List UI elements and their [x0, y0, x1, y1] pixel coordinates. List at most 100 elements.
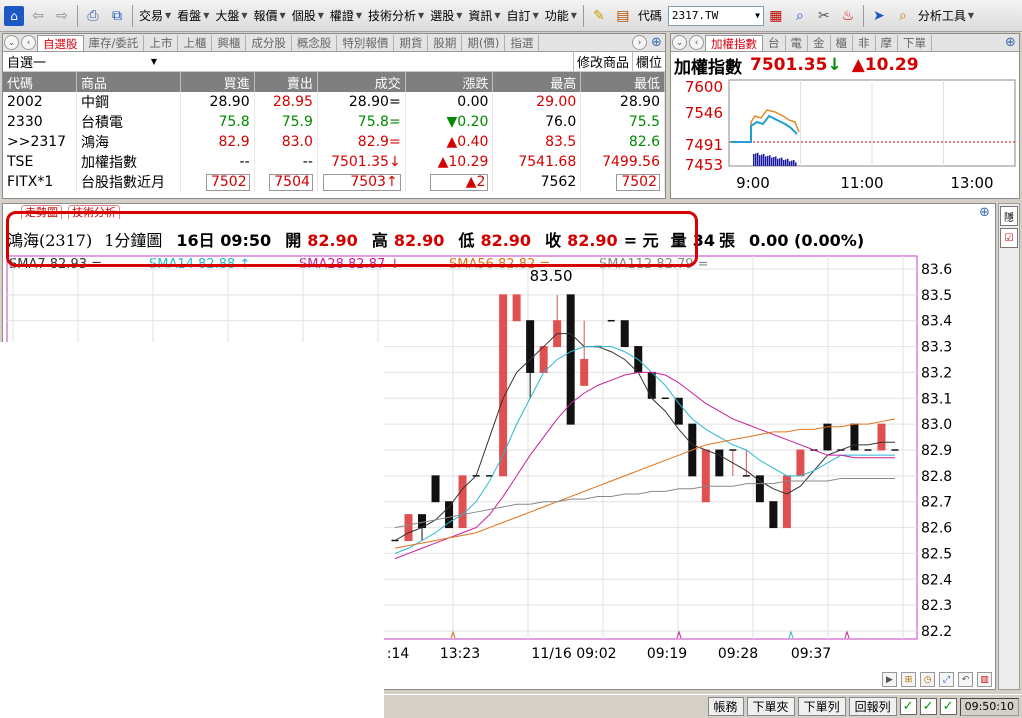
table-row[interactable]: FITX*1 台股指數近月 7502 7504 7503↑ ▲2 7562 7502: [3, 172, 665, 192]
menu-item[interactable]: 功能 ▼: [542, 7, 580, 24]
y-tick-label: 83.5: [921, 288, 952, 304]
check-icon[interactable]: ✓: [919, 698, 937, 715]
popout-icon[interactable]: ⧉: [107, 6, 127, 26]
modify-button[interactable]: 修改商品: [572, 52, 632, 71]
quote-tab[interactable]: 股期: [428, 34, 463, 51]
chart-settings-icon[interactable]: ▥: [977, 672, 992, 687]
check-icon[interactable]: ✓: [899, 698, 917, 715]
chevron-down-icon[interactable]: ⌄: [672, 35, 687, 50]
menu-item[interactable]: 看盤 ▼: [174, 7, 212, 24]
zoom-icon[interactable]: ⊕: [649, 35, 664, 50]
quote-tab[interactable]: 期貨: [394, 34, 429, 51]
quote-tab[interactable]: 特別報價: [337, 34, 395, 51]
quote-tab[interactable]: 期(價): [462, 34, 506, 51]
table-row[interactable]: 2002 中鋼 28.90 28.95 28.90= 0.00 29.00 28.90: [3, 92, 665, 112]
column-header[interactable]: 商品: [76, 72, 182, 92]
quote-tab[interactable]: 概念股: [292, 34, 338, 51]
column-button[interactable]: 欄位: [631, 52, 665, 71]
index-tab[interactable]: 金: [808, 34, 831, 51]
fit-icon[interactable]: ⤢: [939, 672, 954, 687]
column-header[interactable]: 賣出: [254, 72, 318, 92]
index-tab[interactable]: 加權指數: [705, 34, 763, 51]
chevron-down-icon[interactable]: ⌄: [4, 35, 19, 50]
quote-icon[interactable]: ▦: [766, 6, 786, 26]
hide-button[interactable]: 隱: [1000, 206, 1018, 226]
analysis-search-icon[interactable]: ⌕: [893, 6, 913, 26]
note-icon[interactable]: ▤: [613, 6, 633, 26]
column-header[interactable]: 代碼: [3, 72, 77, 92]
menu-item[interactable]: 技術分析 ▼: [365, 7, 427, 24]
index-tab[interactable]: 電: [786, 34, 808, 51]
chevron-right-icon[interactable]: ›: [632, 35, 647, 50]
quote-tab[interactable]: 成分股: [246, 34, 292, 51]
menu-item[interactable]: 個股 ▼: [289, 7, 327, 24]
zoom-icon[interactable]: ⊕: [1003, 35, 1018, 50]
chevron-down-icon[interactable]: ▼: [755, 11, 760, 20]
group-select[interactable]: 自選一 ▼: [7, 52, 157, 71]
analysis-tools-menu[interactable]: 分析工具 ▼: [915, 7, 977, 24]
mini-x-label: 9:00: [736, 174, 770, 192]
print-icon[interactable]: ⎙: [83, 6, 103, 26]
column-header[interactable]: 最低: [580, 72, 665, 92]
chevron-left-icon[interactable]: ‹: [21, 35, 36, 50]
menu-item[interactable]: 大盤 ▼: [212, 7, 250, 24]
menu-item[interactable]: 交易 ▼: [136, 7, 174, 24]
quote-tab[interactable]: 自選股: [37, 34, 84, 51]
back-icon[interactable]: ⇦: [28, 6, 48, 26]
index-tab[interactable]: 摩: [876, 34, 898, 51]
y-tick-label: 82.9: [921, 443, 952, 459]
index-value: 7501.35↓: [750, 55, 842, 75]
pencil-icon[interactable]: ✎: [589, 6, 609, 26]
menu-item[interactable]: 報價 ▼: [251, 7, 289, 24]
chevron-down-icon: ▼: [150, 57, 157, 66]
alert-icon[interactable]: ♨: [838, 6, 858, 26]
scroll-right-icon[interactable]: ▶: [882, 672, 897, 687]
undo-icon[interactable]: ↶: [958, 672, 973, 687]
mini-volume-bar: [793, 160, 795, 166]
home-icon[interactable]: ⌂: [4, 5, 24, 26]
menu-item[interactable]: 選股 ▼: [427, 7, 465, 24]
tech-tab[interactable]: 走勢圖: [21, 205, 62, 219]
status-button[interactable]: 帳務: [707, 697, 744, 716]
status-button[interactable]: 回報列: [848, 697, 897, 716]
search-icon[interactable]: ⌕: [790, 6, 810, 26]
quote-tab[interactable]: 興櫃: [212, 34, 247, 51]
cursor-icon[interactable]: ➤: [869, 6, 889, 26]
tools-icon[interactable]: ✂: [814, 6, 834, 26]
mini-volume-bar: [759, 155, 761, 166]
tech-tab[interactable]: 技術分析: [68, 205, 120, 219]
zoom-icon[interactable]: ⊕: [977, 205, 992, 220]
column-header[interactable]: 漲跌: [405, 72, 494, 92]
quote-tab[interactable]: 指選: [505, 34, 540, 51]
zoom-in-icon[interactable]: ⊞: [901, 672, 916, 687]
index-tab[interactable]: 非: [853, 34, 876, 51]
index-tab[interactable]: 櫃: [831, 34, 853, 51]
quote-tab[interactable]: 上櫃: [178, 34, 213, 51]
forward-icon[interactable]: ⇨: [52, 6, 72, 26]
column-header[interactable]: 成交: [317, 72, 406, 92]
chevron-left-icon[interactable]: ‹: [689, 35, 704, 50]
code-input[interactable]: 2317.TW ▼: [667, 5, 764, 26]
index-tab[interactable]: 台: [763, 34, 786, 51]
menu-item[interactable]: 資訊 ▼: [465, 7, 503, 24]
table-body: 2002 中鋼 28.90 28.95 28.90= 0.00 29.00 28.90 2330…: [3, 92, 665, 192]
status-button[interactable]: 下單夾: [746, 697, 795, 716]
column-header[interactable]: 買進: [180, 72, 255, 92]
mini-x-label: 11:00: [840, 174, 883, 192]
mini-volume-bar: [755, 153, 757, 166]
check-icon[interactable]: ☑: [1000, 228, 1018, 248]
table-cell-ask: 75.9: [254, 112, 318, 132]
menu-item[interactable]: 自訂 ▼: [504, 7, 542, 24]
check-icon[interactable]: ✓: [939, 698, 957, 715]
quote-tab[interactable]: 庫存/委託: [84, 34, 145, 51]
y-tick-label: 83.1: [921, 391, 952, 407]
column-header[interactable]: 最高: [492, 72, 582, 92]
quote-tab[interactable]: 上市: [144, 34, 179, 51]
status-button[interactable]: 下單列: [797, 697, 846, 716]
menu-item[interactable]: 權證 ▼: [327, 7, 365, 24]
table-row[interactable]: 2330 台積電 75.8 75.9 75.8= ▼0.20 76.0 75.5: [3, 112, 665, 132]
table-row[interactable]: >>2317 鴻海 82.9 83.0 82.9= ▲0.40 83.5 82.6: [3, 132, 665, 152]
table-row[interactable]: TSE 加權指數 -- -- 7501.35↓ ▲10.29 7541.68 7499.56: [3, 152, 665, 172]
clock-icon[interactable]: ◷: [920, 672, 935, 687]
index-tab[interactable]: 下單: [898, 34, 932, 51]
